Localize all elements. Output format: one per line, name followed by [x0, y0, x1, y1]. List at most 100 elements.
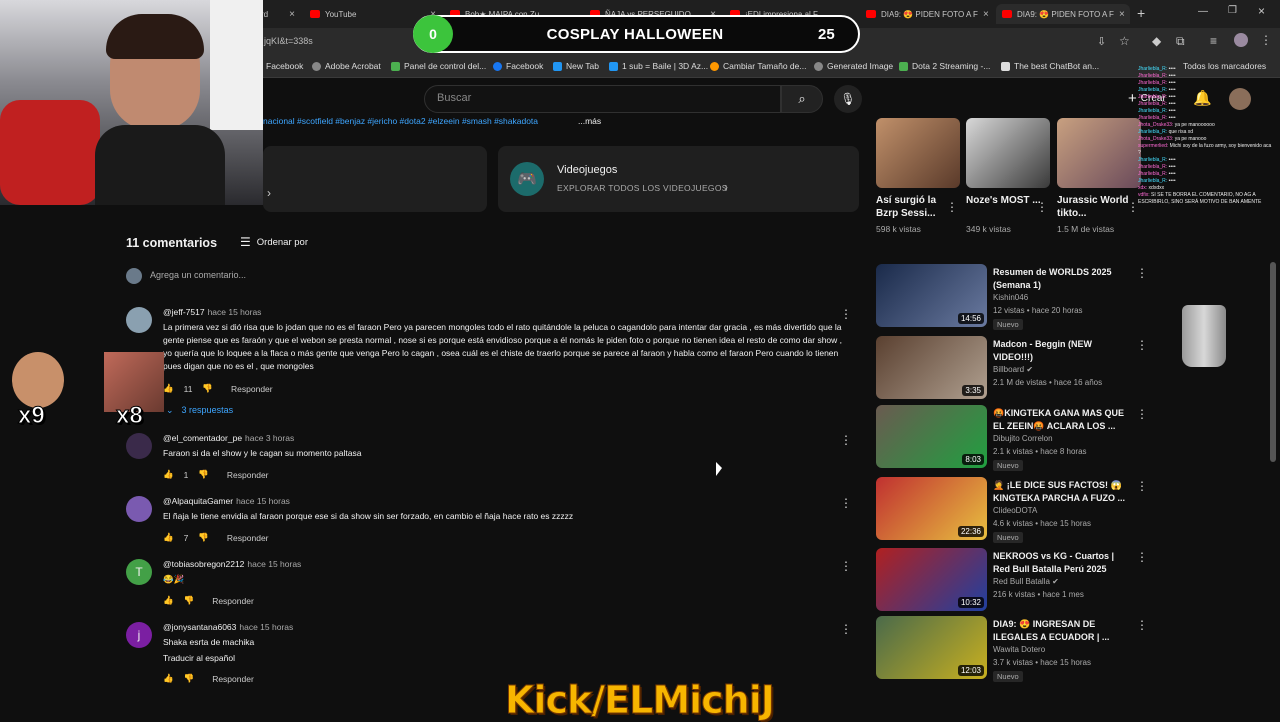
channel-name[interactable]: Billboard ✔: [993, 365, 1033, 374]
reply-button[interactable]: Responder: [212, 674, 254, 684]
more-vert-icon[interactable]: ⋮: [1136, 618, 1148, 632]
more-vert-icon[interactable]: ⋮: [840, 307, 852, 321]
install-app-icon[interactable]: ⇩: [1097, 35, 1106, 48]
dislike-icon[interactable]: 👎: [198, 469, 209, 480]
more-vert-icon[interactable]: ⋮: [840, 559, 852, 573]
more-vert-icon[interactable]: ⋮: [1136, 550, 1148, 564]
browser-tab-active[interactable]: DIA9: 😍 PIDEN FOTO A F ×: [996, 4, 1130, 24]
more-vert-icon[interactable]: ⋮: [1036, 200, 1048, 214]
channel-label[interactable]: Red Bull Batalla: [993, 577, 1050, 586]
related-video[interactable]: 14:56 Resumen de WORLDS 2025 (Semana 1) …: [876, 264, 1148, 330]
translate-link[interactable]: Traducir al español: [163, 653, 235, 663]
short-item[interactable]: Noze's MOST ... 349 k vistas: [966, 118, 1050, 234]
bookmark-item[interactable]: Facebook: [493, 61, 543, 71]
author-name[interactable]: @AlpaquitaGamer: [163, 496, 233, 506]
video-thumbnail[interactable]: 8:03: [876, 405, 987, 468]
like-icon[interactable]: 👍: [163, 469, 174, 480]
channel-name[interactable]: Red Bull Batalla ✔: [993, 577, 1059, 586]
related-video[interactable]: 12:03 DIA9: 😍 INGRESAN DE ILEGALES A ECU…: [876, 616, 1148, 682]
minimize-icon[interactable]: —: [1198, 6, 1208, 17]
puzzle-icon[interactable]: ⧉: [1176, 34, 1185, 49]
window-close-icon[interactable]: ×: [1258, 4, 1265, 18]
replies-toggle[interactable]: ⌄ 3 respuestas: [166, 405, 233, 416]
bookmark-item[interactable]: New Tab: [553, 61, 599, 71]
comment-author[interactable]: @el_comentador_pe hace 3 horas: [163, 433, 294, 443]
comment-time[interactable]: hace 15 horas: [247, 559, 301, 569]
more-vert-icon[interactable]: ⋮: [1136, 266, 1148, 280]
maximize-icon[interactable]: ❐: [1228, 5, 1237, 16]
close-icon[interactable]: ×: [289, 9, 295, 20]
games-card[interactable]: 🎮 Videojuegos EXPLORAR TODOS LOS VIDEOJU…: [498, 146, 859, 212]
like-icon[interactable]: 👍: [163, 595, 174, 606]
like-icon[interactable]: 👍: [163, 383, 174, 394]
bookmark-item[interactable]: Adobe Acrobat: [312, 61, 381, 71]
more-vert-icon[interactable]: ⋮: [1260, 33, 1272, 47]
add-comment-input[interactable]: Agrega un comentario...: [150, 270, 246, 280]
like-icon[interactable]: 👍: [163, 532, 174, 543]
more-vert-icon[interactable]: ⋮: [840, 496, 852, 510]
new-tab-icon[interactable]: +: [1137, 5, 1145, 21]
more-vert-icon[interactable]: ⋮: [946, 200, 958, 214]
close-icon[interactable]: ×: [983, 9, 989, 20]
comment-author[interactable]: @jonysantana6063 hace 15 horas: [163, 622, 293, 632]
hashtags[interactable]: nacional #scotfield #benjaz #jericho #do…: [263, 116, 538, 126]
video-title[interactable]: Madcon - Beggin (NEW VIDEO!!!): [993, 338, 1133, 364]
search-button[interactable]: ⌕: [781, 85, 823, 113]
dislike-icon[interactable]: 👎: [184, 673, 195, 684]
video-title[interactable]: 🤬KINGTEKA GANA MAS QUE EL ZEEIN🤬 ACLARA …: [993, 407, 1133, 433]
video-title[interactable]: 🤦 ¡LE DICE SUS FACTOS! 😱 KINGTEKA PARCHA…: [993, 479, 1133, 505]
author-name[interactable]: @jeff-7517: [163, 307, 205, 317]
dislike-icon[interactable]: 👎: [198, 532, 209, 543]
comment-time[interactable]: hace 15 horas: [208, 307, 262, 317]
video-thumbnail[interactable]: 14:56: [876, 264, 987, 327]
more-vert-icon[interactable]: ⋮: [1136, 479, 1148, 493]
sort-button[interactable]: ☰ Ordenar por: [240, 235, 308, 249]
avatar[interactable]: [126, 433, 152, 459]
short-thumbnail[interactable]: [1057, 118, 1141, 188]
video-thumbnail[interactable]: 3:35: [876, 336, 987, 399]
more-vert-icon[interactable]: ⋮: [840, 622, 852, 636]
bookmark-item[interactable]: 1 sub = Baile | 3D Az...: [609, 61, 708, 71]
channel-label[interactable]: Billboard: [993, 365, 1024, 374]
avatar[interactable]: T: [126, 559, 152, 585]
comment-author[interactable]: @jeff-7517 hace 15 horas: [163, 307, 261, 317]
reply-button[interactable]: Responder: [231, 384, 273, 394]
video-title[interactable]: Resumen de WORLDS 2025 (Semana 1): [993, 266, 1133, 292]
comment-time[interactable]: hace 15 horas: [236, 496, 290, 506]
avatar[interactable]: [126, 307, 152, 333]
voice-search-button[interactable]: 🎙: [834, 85, 862, 113]
video-thumbnail[interactable]: 12:03: [876, 616, 987, 679]
reply-button[interactable]: Responder: [212, 596, 254, 606]
reply-button[interactable]: Responder: [227, 533, 269, 543]
more-vert-icon[interactable]: ⋮: [1136, 407, 1148, 421]
avatar[interactable]: j: [126, 622, 152, 648]
author-name[interactable]: @tobiasobregon2212: [163, 559, 244, 569]
bookmark-item[interactable]: Cambiar Tamaño de...: [710, 61, 806, 71]
show-more-link[interactable]: ...más: [578, 116, 601, 126]
related-video[interactable]: 3:35 Madcon - Beggin (NEW VIDEO!!!) Bill…: [876, 336, 1148, 400]
reading-list-icon[interactable]: ≡: [1210, 34, 1217, 48]
search-input[interactable]: Buscar: [424, 85, 781, 113]
video-title[interactable]: DIA9: 😍 INGRESAN DE ILEGALES A ECUADOR |…: [993, 618, 1133, 644]
related-video[interactable]: 22:36 🤦 ¡LE DICE SUS FACTOS! 😱 KINGTEKA …: [876, 477, 1148, 543]
related-video[interactable]: 10:32 NEKROOS vs KG - Cuartos | Red Bull…: [876, 548, 1148, 612]
comment-author[interactable]: @tobiasobregon2212 hace 15 horas: [163, 559, 301, 569]
channel-name[interactable]: ClideoDOTA: [993, 506, 1037, 515]
close-icon[interactable]: ×: [1119, 9, 1125, 20]
avatar[interactable]: [126, 496, 152, 522]
bookmark-star-icon[interactable]: ☆: [1119, 34, 1130, 48]
more-vert-icon[interactable]: ⋮: [840, 433, 852, 447]
dislike-icon[interactable]: 👎: [184, 595, 195, 606]
extension-icon[interactable]: ◆: [1152, 34, 1161, 48]
more-vert-icon[interactable]: ⋮: [1136, 338, 1148, 352]
short-item[interactable]: Así surgió la Bzrp Sessi... 598 k vistas: [876, 118, 960, 234]
author-name[interactable]: @el_comentador_pe: [163, 433, 242, 443]
related-video[interactable]: 8:03 🤬KINGTEKA GANA MAS QUE EL ZEEIN🤬 AC…: [876, 405, 1148, 471]
bookmark-item[interactable]: Facebook: [266, 61, 303, 71]
bookmark-item[interactable]: Panel de control del...: [391, 61, 486, 71]
reply-button[interactable]: Responder: [227, 470, 269, 480]
like-icon[interactable]: 👍: [163, 673, 174, 684]
channel-name[interactable]: Kishin046: [993, 293, 1028, 302]
url-field[interactable]: jqKI&t=338s: [264, 36, 313, 46]
browser-tab[interactable]: DIA9: 😍 PIDEN FOTO A F ×: [860, 4, 992, 24]
